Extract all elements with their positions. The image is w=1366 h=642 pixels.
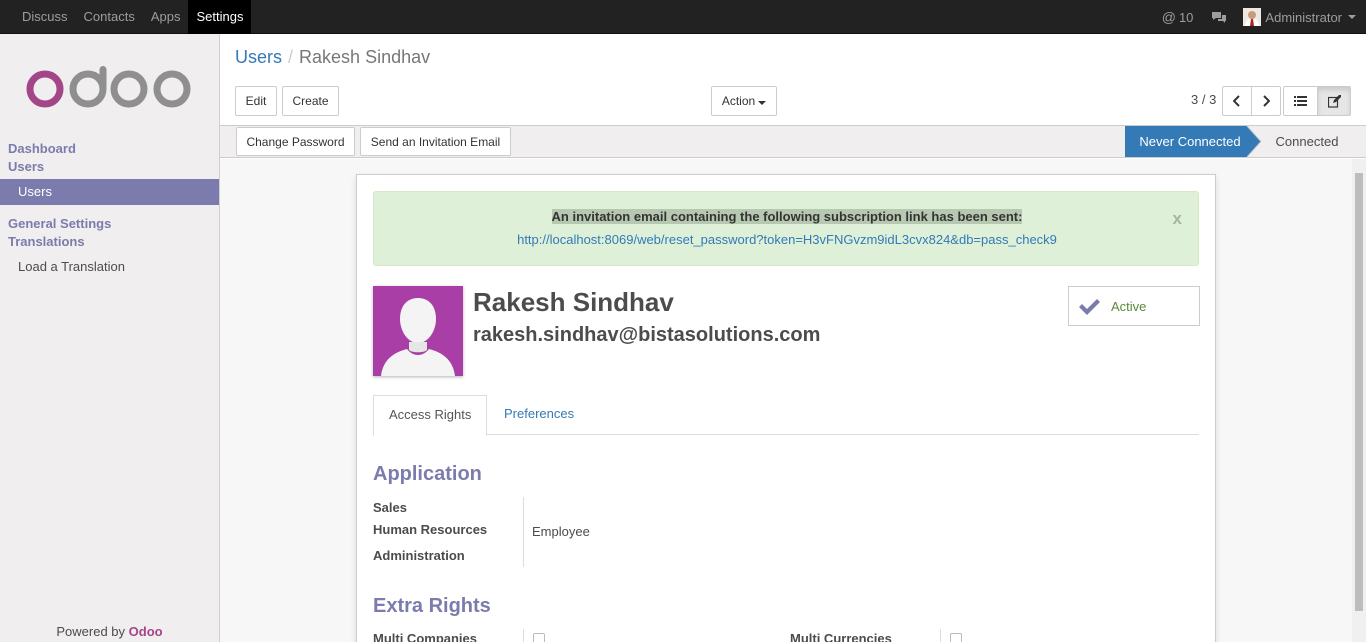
change-password-button[interactable]: Change Password xyxy=(236,127,355,156)
systray: @ 10 Administrator xyxy=(1162,0,1366,34)
menu-item-load-translation[interactable]: Load a Translation xyxy=(0,254,219,280)
form-view-button[interactable] xyxy=(1317,86,1351,116)
caret-down-icon xyxy=(1348,15,1356,19)
mentions-count: 10 xyxy=(1178,9,1194,25)
chevron-right-icon xyxy=(1263,95,1270,107)
app-menu: Discuss Contacts Apps Settings xyxy=(14,0,252,34)
control-panel: Users / Rakesh Sindhav Edit Create Action … xyxy=(220,34,1366,126)
top-navbar: Discuss Contacts Apps Settings @ 10 Admi… xyxy=(0,0,1366,34)
multi-companies-checkbox[interactable] xyxy=(533,633,545,642)
alert-close-button[interactable]: x xyxy=(1173,209,1182,229)
at-icon: @ xyxy=(1161,9,1176,25)
action-label: Action xyxy=(721,94,756,108)
breadcrumb: Users / Rakesh Sindhav xyxy=(235,47,430,68)
user-menu[interactable]: Administrator xyxy=(1243,8,1356,26)
form-sheet: An invitation email containing the follo… xyxy=(356,174,1216,642)
invitation-alert: An invitation email containing the follo… xyxy=(373,191,1199,266)
nav-discuss[interactable]: Discuss xyxy=(14,0,76,34)
chevron-left-icon xyxy=(1233,95,1240,107)
user-photo[interactable] xyxy=(373,286,463,376)
action-dropdown[interactable]: Action xyxy=(711,86,777,116)
user-name: Administrator xyxy=(1265,9,1342,25)
field-label-multi-companies: Multi Companies xyxy=(373,631,478,642)
active-toggle-button[interactable]: Active xyxy=(1068,286,1200,326)
menu-dashboard[interactable]: Dashboard xyxy=(8,141,76,156)
breadcrumb-separator: / xyxy=(288,47,294,67)
multi-currencies-checkbox[interactable] xyxy=(950,633,962,642)
mentions-button[interactable]: @ 10 xyxy=(1162,9,1194,25)
chat-icon[interactable] xyxy=(1211,11,1227,23)
breadcrumb-users-link[interactable]: Users xyxy=(235,47,282,67)
check-icon xyxy=(1079,299,1100,315)
nav-apps[interactable]: Apps xyxy=(143,0,189,34)
field-divider xyxy=(523,497,524,567)
powered-by-link[interactable]: Odoo xyxy=(129,624,163,639)
person-placeholder-icon xyxy=(373,286,463,376)
nav-contacts[interactable]: Contacts xyxy=(76,0,143,34)
tab-access-rights[interactable]: Access Rights xyxy=(373,395,488,436)
list-icon xyxy=(1294,96,1307,106)
caret-down-icon xyxy=(758,101,767,105)
pager-value[interactable]: 3 / 3 xyxy=(1191,92,1216,107)
powered-by: Powered by Odoo xyxy=(0,624,219,639)
field-divider xyxy=(523,629,524,642)
scrollbar[interactable] xyxy=(1352,159,1366,642)
create-button[interactable]: Create xyxy=(282,86,339,116)
application-section-title: Application xyxy=(373,463,482,485)
pager-previous-button[interactable] xyxy=(1222,86,1252,116)
pager-next-button[interactable] xyxy=(1251,86,1281,116)
field-divider xyxy=(940,629,941,642)
user-email-field[interactable]: rakesh.sindhav@bistasolutions.com xyxy=(473,324,820,347)
tab-preferences[interactable]: Preferences xyxy=(489,395,589,436)
nav-settings[interactable]: Settings xyxy=(188,0,252,34)
powered-by-text: Powered by xyxy=(56,624,126,639)
alert-message-text: An invitation email containing the follo… xyxy=(551,209,1023,224)
field-label-human-resources: Human Resources xyxy=(373,522,488,537)
menu-general-settings[interactable]: General Settings xyxy=(8,216,111,231)
user-name-field[interactable]: Rakesh Sindhav xyxy=(473,287,674,318)
form-statusbar: Change Password Send an Invitation Email… xyxy=(220,126,1366,158)
main-content: Users / Rakesh Sindhav Edit Create Action … xyxy=(220,34,1366,642)
odoo-logo[interactable] xyxy=(25,64,193,112)
field-label-sales: Sales xyxy=(373,500,407,515)
alert-message: An invitation email containing the follo… xyxy=(374,209,1200,224)
sidebar: Dashboard Users Users General Settings T… xyxy=(0,34,220,642)
edit-button[interactable]: Edit xyxy=(235,86,277,116)
list-view-button[interactable] xyxy=(1283,86,1318,116)
reset-password-link[interactable]: http://localhost:8069/web/reset_password… xyxy=(374,232,1200,247)
field-label-multi-currencies: Multi Currencies xyxy=(790,631,892,642)
menu-translations[interactable]: Translations xyxy=(8,234,85,249)
menu-users[interactable]: Users xyxy=(8,159,44,174)
stage-connected[interactable]: Connected xyxy=(1262,126,1352,157)
active-label: Active xyxy=(1111,299,1147,314)
form-tabs: Access Rights Preferences xyxy=(373,395,1199,436)
edit-form-icon xyxy=(1327,94,1341,108)
extra-rights-section-title: Extra Rights xyxy=(373,595,491,617)
stage-never-connected[interactable]: Never Connected xyxy=(1125,126,1255,157)
field-label-administration: Administration xyxy=(373,548,465,563)
avatar xyxy=(1243,8,1262,26)
hr-access-value[interactable]: Employee xyxy=(532,524,590,539)
scrollbar-thumb[interactable] xyxy=(1355,173,1363,611)
menu-item-users[interactable]: Users xyxy=(0,179,219,205)
send-invitation-button[interactable]: Send an Invitation Email xyxy=(360,127,511,156)
breadcrumb-current: Rakesh Sindhav xyxy=(299,47,431,67)
